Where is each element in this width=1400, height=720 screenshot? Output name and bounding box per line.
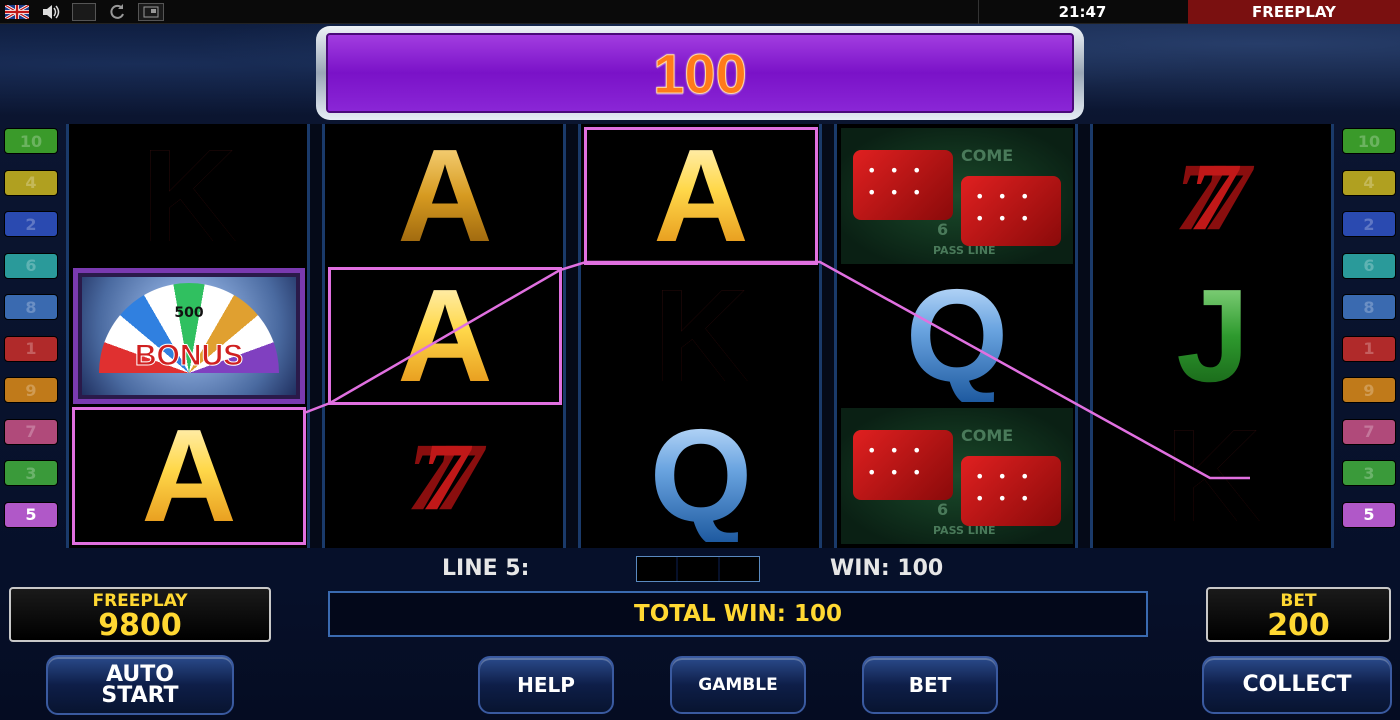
line-indicator-7[interactable]: 7	[4, 418, 58, 445]
dice-icon	[853, 150, 953, 220]
dice-come-label: COME	[961, 426, 1014, 445]
wheel-number: 500	[174, 305, 204, 321]
line-indicator-7[interactable]: 7	[1342, 418, 1396, 445]
reel-symbol-k: K	[73, 128, 305, 264]
reel-symbol-a-winning: A	[328, 262, 562, 409]
reel-1: K 500 BONUS A	[66, 124, 310, 548]
bet-button[interactable]: BET	[862, 656, 998, 714]
reel-symbol-a-winning: A	[72, 402, 306, 549]
seven-icon: 7	[1189, 142, 1237, 250]
freeplay-value: 9800	[98, 608, 182, 643]
reel-5: 7 J K	[1090, 124, 1334, 548]
bet-panel: BET 200	[1206, 587, 1391, 642]
line-indicator-5[interactable]: 5	[1342, 501, 1396, 528]
bonus-wheel-icon: 500 BONUS	[82, 277, 296, 395]
dice-icon	[853, 430, 953, 500]
speaker-icon[interactable]	[38, 3, 64, 21]
line-indicator-3[interactable]: 3	[4, 460, 58, 486]
symbol-letter: Q	[905, 262, 1009, 409]
dice-number: 6	[937, 500, 949, 519]
help-button[interactable]: HELP	[478, 656, 614, 714]
reel-2: A A 7	[322, 124, 566, 548]
symbol-letter: A	[653, 122, 749, 269]
window-icon[interactable]	[138, 3, 164, 21]
win-display-inner: 100	[326, 33, 1074, 113]
total-win-display: TOTAL WIN: 100	[328, 591, 1148, 637]
symbol-letter: Q	[649, 402, 753, 549]
reel-symbol-bonus: 500 BONUS	[73, 268, 305, 404]
symbol-letter: A	[141, 402, 237, 549]
reel-symbol-k: K	[585, 268, 817, 404]
game-mode-label: FREEPLAY	[1188, 0, 1400, 24]
dice-icon	[961, 456, 1061, 526]
reel-symbol-q: Q	[841, 268, 1073, 404]
bet-button-label: BET	[908, 673, 952, 697]
auto-start-label: AUTO START	[101, 662, 179, 708]
clock: 21:47	[978, 0, 1186, 24]
gamble-button[interactable]: GAMBLE	[670, 656, 806, 714]
reel-symbol-dice: COME 6 PASS LINE	[841, 128, 1073, 264]
line-indicator-1[interactable]: 1	[1342, 335, 1396, 362]
winning-symbols: A A A	[636, 556, 760, 582]
reel-symbol-dice: COME 6 PASS LINE	[841, 408, 1073, 544]
win-display: 100	[316, 26, 1084, 120]
line-indicator-4[interactable]: 4	[4, 169, 58, 196]
line-indicator-9[interactable]: 9	[1342, 377, 1396, 403]
symbol-letter: A	[397, 122, 493, 269]
dice-number: 6	[937, 220, 949, 239]
mini-symbol-a: A	[678, 557, 718, 581]
line-indicator-10[interactable]: 10	[4, 128, 58, 154]
mini-symbol-a: A	[637, 557, 677, 581]
line-indicator-2[interactable]: 2	[4, 211, 58, 237]
help-label: HELP	[517, 673, 575, 697]
reload-icon[interactable]	[104, 3, 130, 21]
symbol-letter: K	[141, 122, 237, 269]
symbol-letter: K	[653, 262, 749, 409]
auto-start-button[interactable]: AUTO START	[46, 655, 234, 715]
fullscreen-icon[interactable]	[72, 3, 96, 21]
line-indicator-3[interactable]: 3	[1342, 460, 1396, 486]
dice-come-label: COME	[961, 146, 1014, 165]
line-indicator-6[interactable]: 6	[1342, 252, 1396, 279]
line-indicator-10[interactable]: 10	[1342, 128, 1396, 154]
seven-icon: 7	[421, 422, 469, 530]
reel-3: A K Q	[578, 124, 822, 548]
line-indicator-2[interactable]: 2	[1342, 211, 1396, 237]
symbol-letter: K	[1165, 402, 1261, 549]
reel-symbol-j: J	[1097, 268, 1329, 404]
symbol-letter: J	[1176, 262, 1250, 409]
line-number-label: LINE 5:	[442, 556, 530, 581]
freeplay-credit-panel: FREEPLAY 9800	[9, 587, 271, 642]
line-indicator-4[interactable]: 4	[1342, 169, 1396, 196]
mini-symbol-a: A	[719, 557, 759, 581]
reel-symbol-k: K	[1097, 408, 1329, 544]
line-indicator-6[interactable]: 6	[4, 252, 58, 279]
reel-symbol-seven: 7	[1097, 128, 1329, 264]
gamble-label: GAMBLE	[698, 674, 778, 695]
reel-symbol-seven: 7	[329, 408, 561, 544]
top-bar: 21:47 FREEPLAY	[0, 0, 1400, 24]
win-amount: 100	[653, 41, 747, 105]
reel-symbol-a-winning: A	[584, 122, 818, 269]
reel-area: K 500 BONUS A A A 7 A K Q COME 6 PASS LI…	[66, 124, 1334, 548]
line-indicator-5[interactable]: 5	[4, 501, 58, 528]
symbol-letter: A	[397, 262, 493, 409]
line-indicator-9[interactable]: 9	[4, 377, 58, 403]
bet-value: 200	[1267, 608, 1330, 643]
uk-flag-icon[interactable]	[4, 3, 30, 21]
collect-button[interactable]: COLLECT	[1202, 656, 1392, 714]
bonus-label: BONUS	[134, 339, 244, 373]
line-indicator-8[interactable]: 8	[4, 294, 58, 320]
dice-icon	[961, 176, 1061, 246]
line-win-label: WIN: 100	[830, 556, 944, 581]
collect-label: COLLECT	[1242, 672, 1352, 697]
reel-symbol-q: Q	[585, 408, 817, 544]
reel-symbol-a: A	[329, 128, 561, 264]
line-indicator-8[interactable]: 8	[1342, 294, 1396, 320]
reel-4: COME 6 PASS LINE Q COME 6 PASS LINE	[834, 124, 1078, 548]
line-indicator-1[interactable]: 1	[4, 335, 58, 362]
